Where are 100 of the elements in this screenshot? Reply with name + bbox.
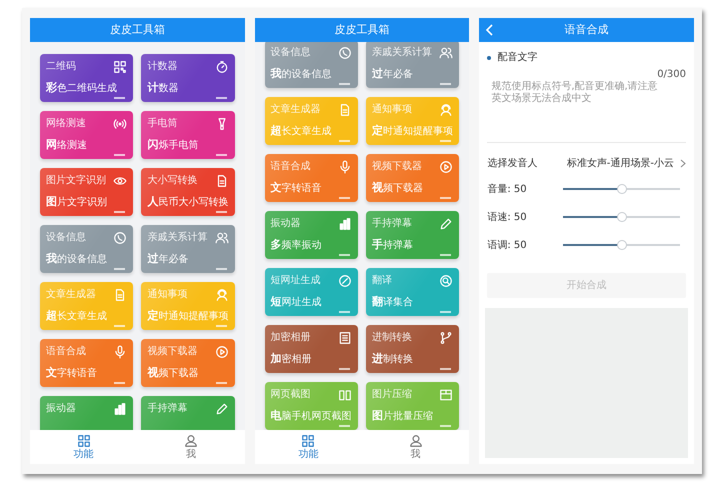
dash-mark xyxy=(440,254,452,256)
list-icon xyxy=(338,331,352,345)
back-icon[interactable] xyxy=(485,24,494,36)
grid-icon xyxy=(301,434,316,448)
card-subtitle: 定时通知提醒事项 xyxy=(147,309,229,324)
card-title: 短网址生成 xyxy=(270,275,321,287)
card-title: 视频下载器 xyxy=(147,346,198,358)
tool-card[interactable]: 振动器 多频率振动 xyxy=(264,211,358,259)
card-title: 振动器 xyxy=(270,218,301,230)
microphone-icon xyxy=(338,160,352,174)
nav-tab[interactable]: 功能 xyxy=(254,430,362,464)
nav-tab[interactable]: 我 xyxy=(362,430,470,464)
person-icon xyxy=(408,434,423,448)
pencil-icon xyxy=(439,217,454,231)
play-icon xyxy=(439,160,454,174)
card-title: 设备信息 xyxy=(270,47,311,59)
book-icon xyxy=(338,388,352,402)
screen-title: 皮皮工具箱 xyxy=(110,22,165,38)
card-subtitle: 超长文章生成 xyxy=(270,124,333,139)
tool-card[interactable]: 二维码 彩色二维码生成 xyxy=(40,54,134,102)
dash-mark xyxy=(339,425,350,427)
card-title: 进制转换 xyxy=(372,332,412,344)
tool-card[interactable]: 手持弹幕 手持弹幕 xyxy=(366,211,460,259)
nav-tab[interactable]: 功能 xyxy=(30,430,138,464)
tool-card[interactable]: 计数器 计数器 xyxy=(141,54,235,102)
dash-mark xyxy=(216,97,227,99)
grid-icon xyxy=(76,434,91,448)
card-title: 文章生成器 xyxy=(46,289,96,301)
tool-card[interactable]: 文章生成器 超长文章生成 xyxy=(40,282,134,330)
tool-card[interactable]: 视频下载器 视频下载器 xyxy=(366,154,460,202)
card-subtitle: 彩色二维码生成 xyxy=(46,81,118,96)
slider-thumb[interactable] xyxy=(616,184,627,194)
card-title: 亲戚关系计算 xyxy=(372,47,432,59)
chevron-icon[interactable] xyxy=(680,158,686,168)
tool-card[interactable]: 亲戚关系计算 过年必备 xyxy=(141,225,235,273)
card-subtitle: 定时通知提醒事项 xyxy=(372,124,454,139)
dash-mark xyxy=(114,154,126,156)
card-title: 二维码 xyxy=(46,61,76,73)
microphone-icon xyxy=(113,345,128,359)
card-title: 亲戚关系计算 xyxy=(147,232,208,244)
tool-card[interactable]: 语音合成 文字转语音 xyxy=(40,339,134,387)
dash-mark xyxy=(339,368,350,370)
tool-card[interactable]: 设备信息 我的设备信息 xyxy=(40,225,134,273)
slider-label: 语速: 50 xyxy=(487,210,528,224)
dash-mark xyxy=(339,83,350,85)
dash-mark xyxy=(114,211,126,213)
tool-card[interactable]: 振动器 xyxy=(40,396,134,430)
tool-card[interactable]: 网页截图 电脑手机网页截图 xyxy=(264,382,358,430)
dash-mark xyxy=(440,197,452,199)
card-subtitle: 电脑手机网页截图 xyxy=(270,409,352,424)
stopwatch-icon xyxy=(214,60,229,74)
card-subtitle: 超长文章生成 xyxy=(46,309,108,324)
tool-card[interactable]: 通知事项 定时通知提醒事项 xyxy=(366,97,460,145)
card-subtitle: 过年必备 xyxy=(147,252,190,267)
dash-mark xyxy=(440,425,452,427)
tool-card[interactable]: 进制转换 进制转换 xyxy=(366,325,460,373)
nav-tab[interactable]: 我 xyxy=(137,430,245,464)
dash-mark xyxy=(339,254,350,256)
card-subtitle: 视频下载器 xyxy=(372,181,424,196)
card-subtitle: 图片文字识别 xyxy=(46,195,108,210)
card-title: 大小写转换 xyxy=(147,175,198,187)
card-title: 图片压缩 xyxy=(372,389,412,401)
card-title: 手电筒 xyxy=(147,118,178,130)
person-icon xyxy=(184,434,198,448)
tool-card[interactable]: 图片文字识别 图片文字识别 xyxy=(40,168,134,216)
tool-card[interactable]: 设备信息 我的设备信息 xyxy=(264,42,358,88)
tool-card[interactable]: 通知事项 定时通知提醒事项 xyxy=(141,282,235,330)
tool-card[interactable]: 亲戚关系计算 过年必备 xyxy=(366,42,460,88)
card-subtitle: 我的设备信息 xyxy=(46,252,108,267)
tool-card[interactable]: 网络测速 网络测速 xyxy=(40,111,134,159)
tool-card[interactable]: 图片压缩 图片批量压缩 xyxy=(366,382,460,430)
tool-card[interactable]: 手电筒 闪烁手电筒 xyxy=(141,111,235,159)
card-subtitle: 多频率振动 xyxy=(270,238,323,253)
tool-card[interactable]: 加密相册 加密相册 xyxy=(264,325,358,373)
signal-icon xyxy=(113,117,128,131)
people-icon xyxy=(439,46,454,60)
card-subtitle: 人民币大小写转换 xyxy=(147,195,229,210)
slider-thumb[interactable] xyxy=(616,212,627,222)
tool-card[interactable]: 视频下载器 视频下载器 xyxy=(141,339,235,387)
tool-card[interactable]: 短网址生成 短网址生成 xyxy=(264,268,358,316)
card-title: 语音合成 xyxy=(46,346,86,358)
tool-card[interactable]: 翻译 翻译集合 xyxy=(366,268,460,316)
card-subtitle: 图片批量压缩 xyxy=(372,409,434,424)
voice-value[interactable]: 标准女声-通用场景-小云 xyxy=(566,156,674,170)
play-icon xyxy=(214,345,229,359)
tool-card[interactable]: 大小写转换 人民币大小写转换 xyxy=(141,168,235,216)
screen-title: 皮皮工具箱 xyxy=(334,22,390,38)
tool-card[interactable]: 语音合成 文字转语音 xyxy=(264,154,358,202)
dash-mark xyxy=(114,97,126,99)
voice-label: 选择发音人 xyxy=(487,156,538,170)
dash-mark xyxy=(114,325,126,327)
dash-mark xyxy=(440,140,452,142)
card-subtitle: 视频下载器 xyxy=(147,366,200,381)
bar-chart-icon xyxy=(338,217,352,231)
card-subtitle: 过年必备 xyxy=(372,67,414,82)
card-subtitle: 进制转换 xyxy=(372,352,414,367)
slider-thumb[interactable] xyxy=(616,240,627,250)
tool-card[interactable]: 文章生成器 超长文章生成 xyxy=(264,97,358,145)
tool-card[interactable]: 手持弹幕 xyxy=(141,396,235,430)
card-title: 网页截图 xyxy=(270,389,311,401)
